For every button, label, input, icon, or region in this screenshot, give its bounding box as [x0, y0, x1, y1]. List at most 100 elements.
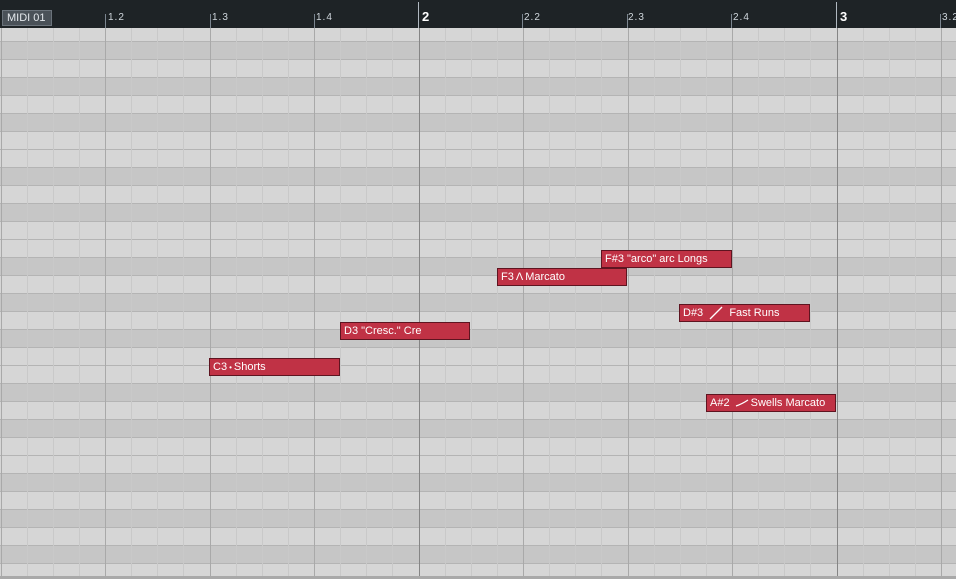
note-articulation-label: Swells Marcato: [750, 397, 826, 409]
ruler-label: 1.4: [316, 12, 333, 23]
pitch-row: [0, 438, 956, 456]
pitch-row: [0, 510, 956, 528]
pitch-row: [0, 492, 956, 510]
grid-line: [27, 28, 28, 579]
pitch-row: [0, 276, 956, 294]
note-articulation-label: "Cresc." Cre: [361, 325, 422, 337]
midi-note-c3[interactable]: C3 • Shorts: [209, 358, 340, 376]
pitch-row: [0, 96, 956, 114]
midi-note-d3[interactable]: D3 "Cresc." Cre: [340, 322, 470, 340]
pitch-row: [0, 366, 956, 384]
key-editor: MIDI 01 1.2 1.3 1.4 2 2.2 2.3 2.4 3 3.2 …: [0, 0, 956, 579]
pitch-row: [0, 546, 956, 564]
pitch-row: [0, 240, 956, 258]
grid-line: [601, 28, 602, 579]
grid-line: [392, 28, 393, 579]
pitch-row: [0, 150, 956, 168]
grid-line: [340, 28, 341, 579]
grid-line: [915, 28, 916, 579]
note-grid[interactable]: F#3 "arco" arc Longs F3 Λ Marcato D#3 Fast…: [0, 28, 956, 579]
ruler-label: 1.3: [212, 12, 229, 23]
note-pitch: F#3: [605, 253, 624, 265]
grid-line: [445, 28, 446, 579]
pitch-row: [0, 528, 956, 546]
track-name-label: MIDI 01: [2, 10, 52, 26]
pitch-row: [0, 28, 956, 42]
grid-line: [366, 28, 367, 579]
grid-line: [523, 28, 524, 579]
ruler-label-bar: 2: [422, 9, 430, 24]
ruler-label: 2.3: [628, 12, 645, 23]
grid-line: [314, 28, 315, 579]
grid-line: [105, 28, 106, 579]
ruler-tick: [210, 14, 211, 28]
grid-line: [288, 28, 289, 579]
grid-line: [810, 28, 811, 579]
staccato-dot-icon: •: [229, 363, 232, 372]
ruler-label-bar: 3: [840, 9, 848, 24]
grid-line: [236, 28, 237, 579]
ruler-tick: [731, 14, 732, 28]
pitch-row: [0, 330, 956, 348]
pitch-row: [0, 168, 956, 186]
note-pitch: A#2: [710, 397, 730, 409]
ruler-label: 3.2: [942, 12, 956, 23]
grid-line: [419, 28, 420, 579]
ruler-tick: [522, 14, 523, 28]
ruler-tick-bar: [836, 2, 837, 28]
grid-line: [262, 28, 263, 579]
grid-line: [183, 28, 184, 579]
pitch-row: [0, 456, 956, 474]
note-pitch: D3: [344, 325, 359, 337]
marcato-icon: Λ: [515, 271, 524, 283]
slash-icon: [708, 305, 724, 321]
note-articulation-label: Fast Runs: [729, 307, 780, 319]
grid-line: [863, 28, 864, 579]
pitch-row: [0, 42, 956, 60]
grid-line: [549, 28, 550, 579]
grid-line: [837, 28, 838, 579]
note-pitch: C3: [213, 361, 228, 373]
grid-line: [1, 28, 2, 579]
pitch-row: [0, 204, 956, 222]
pitch-row: [0, 114, 956, 132]
ruler-tick: [940, 14, 941, 28]
pitch-row: [0, 186, 956, 204]
grid-line: [471, 28, 472, 579]
ruler-tick: [314, 14, 315, 28]
pitch-row: [0, 222, 956, 240]
ruler-label: 1.2: [108, 12, 125, 23]
pitch-row: [0, 78, 956, 96]
grid-line: [210, 28, 211, 579]
note-articulation-label: "arco" arc Longs: [627, 253, 708, 265]
grid-line: [654, 28, 655, 579]
note-pitch: D#3: [683, 307, 704, 319]
pitch-row: [0, 60, 956, 78]
pitch-row: [0, 258, 956, 276]
midi-note-as2[interactable]: A#2 Swells Marcato: [706, 394, 836, 412]
pitch-row: [0, 474, 956, 492]
midi-note-fs3[interactable]: F#3 "arco" arc Longs: [601, 250, 732, 268]
pitch-row: [0, 420, 956, 438]
pitch-row: [0, 132, 956, 150]
grid-line: [889, 28, 890, 579]
note-articulation-label: Shorts: [233, 361, 266, 373]
midi-note-ds3[interactable]: D#3 Fast Runs: [679, 304, 810, 322]
pitch-row: [0, 348, 956, 366]
grid-line: [157, 28, 158, 579]
ruler-label: 2.4: [733, 12, 750, 23]
note-pitch: F3: [501, 271, 514, 283]
grid-line: [497, 28, 498, 579]
grid-line: [628, 28, 629, 579]
ruler-tick: [105, 14, 106, 28]
grid-line: [131, 28, 132, 579]
grid-line: [575, 28, 576, 579]
grid-line: [53, 28, 54, 579]
timeline-ruler[interactable]: MIDI 01 1.2 1.3 1.4 2 2.2 2.3 2.4 3 3.2: [0, 0, 956, 29]
swell-icon: [735, 395, 749, 411]
ruler-label: 2.2: [524, 12, 541, 23]
pitch-row: [0, 312, 956, 330]
pitch-row: [0, 294, 956, 312]
midi-note-f3[interactable]: F3 Λ Marcato: [497, 268, 627, 286]
grid-line: [941, 28, 942, 579]
